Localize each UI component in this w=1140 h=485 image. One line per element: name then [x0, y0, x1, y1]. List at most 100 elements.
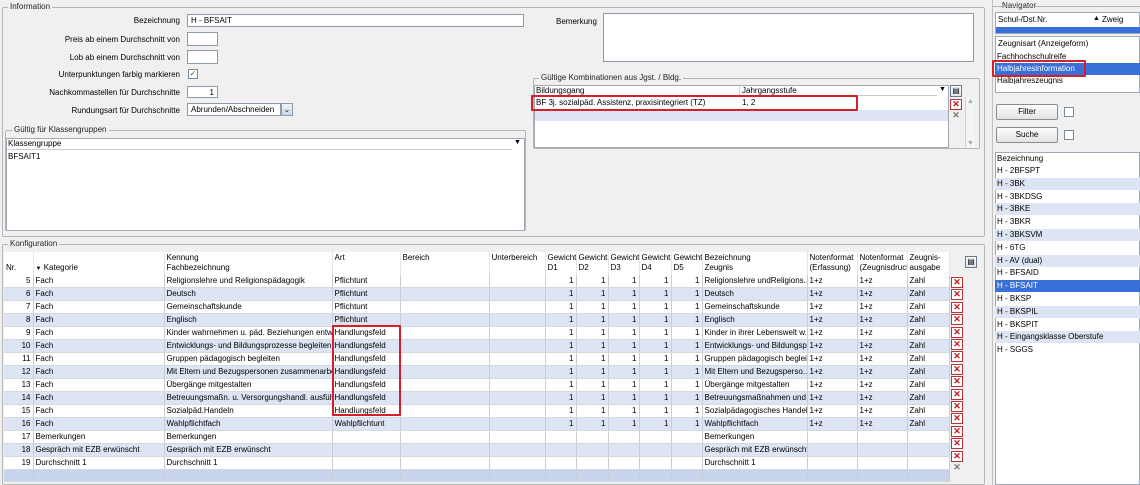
kombination-add-button[interactable]: ▤	[950, 85, 962, 97]
row-delete-button[interactable]: ✕	[951, 326, 963, 338]
header-bereich[interactable]: Bereich	[400, 252, 490, 275]
cell-d3[interactable]: 1	[608, 275, 640, 288]
cell-bereich[interactable]	[400, 275, 490, 288]
cell-nr[interactable]: 7	[4, 300, 34, 314]
cell-nf1[interactable]: 1+z	[807, 404, 858, 418]
cell-bereich[interactable]	[400, 339, 490, 353]
cell-d4[interactable]	[639, 430, 672, 444]
navigator-item[interactable]: H - AV (dual)	[995, 254, 1140, 267]
cell-d4[interactable]	[639, 456, 672, 470]
cell-d3[interactable]: 1	[608, 339, 640, 353]
cell-kat[interactable]: Fach	[33, 365, 165, 379]
cell-d2[interactable]: 1	[576, 417, 609, 431]
bemerkung-input[interactable]	[603, 13, 974, 62]
cell-kat[interactable]: Fach	[33, 339, 165, 353]
cell-d3[interactable]: 1	[608, 365, 640, 379]
cell-nr[interactable]: 12	[4, 365, 34, 379]
header-gewicht-d3[interactable]: Gewicht D3	[608, 252, 640, 275]
cell-d4[interactable]: 1	[639, 378, 672, 392]
cell-art[interactable]	[332, 456, 401, 470]
cell-d1[interactable]: 1	[545, 391, 577, 405]
cell-bereich[interactable]	[400, 404, 490, 418]
konfiguration-add-button[interactable]: ▤	[965, 256, 977, 268]
cell-d2[interactable]: 1	[576, 365, 609, 379]
cell-empty[interactable]	[671, 469, 703, 482]
header-gewicht-d5[interactable]: Gewicht D5	[671, 252, 703, 275]
cell-d1[interactable]: 1	[545, 378, 577, 392]
table-row[interactable]: 15 Fach Sozialpäd.Handeln Handlungsfeld 1 1 1 1…	[4, 404, 950, 418]
cell-empty[interactable]	[639, 469, 672, 482]
cell-empty[interactable]	[400, 469, 490, 482]
nachkomma-input[interactable]: 1	[187, 86, 218, 98]
cell-art[interactable]: Handlungsfeld	[332, 378, 401, 392]
cell-zeugnis[interactable]: Entwicklungs- und Bildungspr...	[702, 339, 808, 353]
cell-kat[interactable]: Fach	[33, 378, 165, 392]
cell-d3[interactable]: 1	[608, 326, 640, 340]
klassengruppe-item[interactable]: BFSAIT1	[8, 152, 40, 161]
cell-bereich[interactable]	[400, 352, 490, 366]
cell-nf2[interactable]: 1+z	[857, 352, 908, 366]
navigator-item-selected[interactable]: H - BFSAIT	[995, 280, 1140, 293]
cell-empty[interactable]	[545, 469, 577, 482]
cell-kennung[interactable]: Betreuungsmaßn. u. Versorgungshandl. aus…	[164, 391, 333, 405]
cell-kennung[interactable]: Kinder wahrnehmen u. päd. Beziehungen en…	[164, 326, 333, 340]
cell-art[interactable]	[332, 443, 401, 457]
cell-d4[interactable]: 1	[639, 417, 672, 431]
cell-d2[interactable]: 1	[576, 391, 609, 405]
cell-za[interactable]: Zahl	[907, 352, 950, 366]
kombination-delete-button[interactable]: ✕	[950, 99, 962, 110]
cell-nr[interactable]: 5	[4, 275, 34, 288]
cell-nr[interactable]: 13	[4, 378, 34, 392]
cell-d2[interactable]	[576, 430, 609, 444]
cell-nr[interactable]: 14	[4, 391, 34, 405]
cell-kennung[interactable]: Englisch	[164, 313, 333, 327]
cell-unter[interactable]	[489, 378, 546, 392]
cell-nf1[interactable]: 1+z	[807, 326, 858, 340]
rundung-select[interactable]: Abrunden/Abschneiden	[187, 103, 281, 116]
cell-art[interactable]: Handlungsfeld	[332, 352, 401, 366]
cell-kennung[interactable]: Gespräch mit EZB erwünscht	[164, 443, 333, 457]
cell-d4[interactable]	[639, 443, 672, 457]
cell-nr[interactable]: 6	[4, 287, 34, 301]
cell-nf1[interactable]: 1+z	[807, 352, 858, 366]
cell-za[interactable]: Zahl	[907, 275, 950, 288]
row-delete-button[interactable]: ✕	[951, 413, 963, 425]
cell-d3[interactable]: 1	[608, 404, 640, 418]
cell-nf1[interactable]: 1+z	[807, 300, 858, 314]
scroll-down-icon[interactable]: ▼	[966, 139, 975, 148]
row-delete-button[interactable]: ✕	[951, 450, 963, 462]
kombination-delete-empty-button[interactable]: ✕	[950, 111, 962, 122]
filter-button[interactable]: Filter	[996, 104, 1058, 120]
cell-kennung[interactable]: Mit Eltern und Bezugspersonen zusammenar…	[164, 365, 333, 379]
cell-d1[interactable]: 1	[545, 417, 577, 431]
cell-nr[interactable]: 8	[4, 313, 34, 327]
cell-nf1[interactable]: 1+z	[807, 391, 858, 405]
cell-nf2[interactable]: 1+z	[857, 326, 908, 340]
cell-d1[interactable]: 1	[545, 275, 577, 288]
cell-bereich[interactable]	[400, 417, 490, 431]
header-notenformat-zeugnisdruck[interactable]: Notenformat(Zeugnisdruck)	[857, 252, 908, 275]
cell-kennung[interactable]: Sozialpäd.Handeln	[164, 404, 333, 418]
navigator-item[interactable]: H - SGGS	[995, 344, 1140, 356]
header-gewicht-d1[interactable]: Gewicht D1	[545, 252, 577, 275]
row-delete-button[interactable]: ✕	[951, 425, 963, 437]
cell-nf2[interactable]: 1+z	[857, 404, 908, 418]
cell-d5[interactable]: 1	[671, 378, 703, 392]
row-delete-button[interactable]: ✕	[951, 388, 963, 400]
cell-empty[interactable]	[4, 469, 34, 482]
cell-zeugnis[interactable]: Wahlpflichtfach	[702, 417, 808, 431]
cell-unter[interactable]	[489, 456, 546, 470]
cell-d2[interactable]: 1	[576, 352, 609, 366]
cell-art[interactable]: Pflichtunt	[332, 300, 401, 314]
cell-nr[interactable]: 15	[4, 404, 34, 418]
cell-kat[interactable]: Fach	[33, 352, 165, 366]
cell-zeugnis[interactable]: Kinder in ihrer Lebenswelt w...	[702, 326, 808, 340]
schul-row-selected[interactable]	[996, 27, 1140, 33]
rundung-dropdown-button[interactable]: ⌄	[281, 103, 293, 116]
cell-za[interactable]: Zahl	[907, 404, 950, 418]
cell-bereich[interactable]	[400, 313, 490, 327]
cell-d4[interactable]: 1	[639, 313, 672, 327]
chevron-down-icon[interactable]: ▼	[939, 86, 946, 93]
cell-za[interactable]: Zahl	[907, 417, 950, 431]
cell-d4[interactable]: 1	[639, 287, 672, 301]
